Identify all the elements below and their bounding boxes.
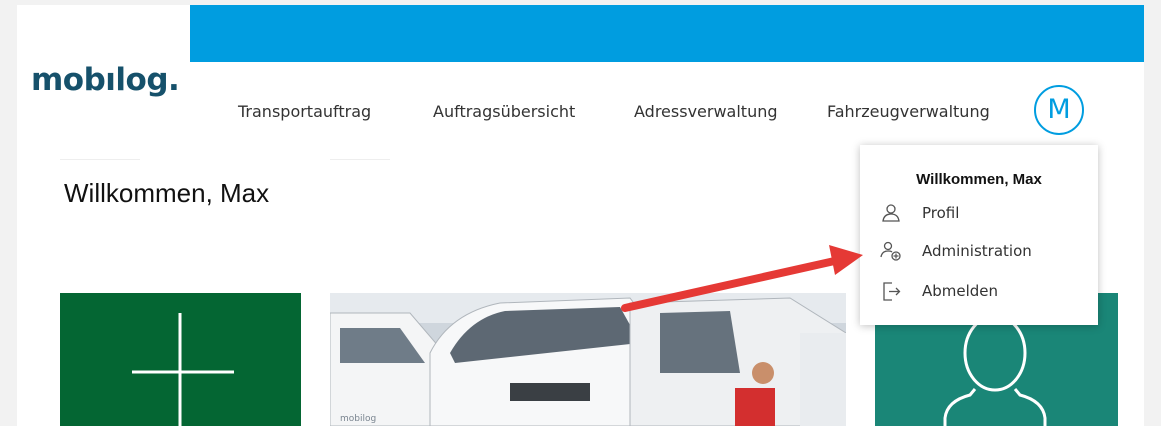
menu-item-label: Administration xyxy=(922,242,1032,260)
page: mobılog. Transportauftrag Auftragsübersi… xyxy=(17,5,1144,426)
nav-auftragsuebersicht[interactable]: Auftragsübersicht xyxy=(433,102,575,121)
header-bar xyxy=(190,5,1144,62)
vans-photo: mobilog xyxy=(330,293,846,426)
nav-fahrzeugverwaltung[interactable]: Fahrzeugverwaltung xyxy=(827,102,990,121)
mobilog-logo[interactable]: mobılog. xyxy=(31,62,180,98)
plus-icon xyxy=(132,313,234,426)
menu-item-label: Profil xyxy=(922,204,960,222)
user-dropdown-menu: Willkommen, Max Profil Administration Ab… xyxy=(860,145,1098,325)
person-icon xyxy=(882,204,900,222)
user-avatar-button[interactable]: M xyxy=(1034,85,1084,135)
menu-item-abmelden[interactable]: Abmelden xyxy=(880,278,1090,306)
nav-transportauftrag[interactable]: Transportauftrag xyxy=(238,102,371,121)
welcome-heading: Willkommen, Max xyxy=(64,178,270,208)
nav-adressverwaltung[interactable]: Adressverwaltung xyxy=(634,102,778,121)
divider xyxy=(330,159,390,160)
svg-text:mobilog: mobilog xyxy=(340,414,376,424)
vans-image: mobilog xyxy=(330,293,846,426)
logout-icon xyxy=(883,282,901,301)
divider xyxy=(60,159,140,160)
menu-item-administration[interactable]: Administration xyxy=(880,238,1090,266)
admin-user-icon xyxy=(880,241,901,261)
menu-title: Willkommen, Max xyxy=(916,171,1042,188)
menu-item-profil[interactable]: Profil xyxy=(880,200,1090,228)
new-order-tile[interactable] xyxy=(60,293,301,426)
menu-item-label: Abmelden xyxy=(922,282,999,300)
